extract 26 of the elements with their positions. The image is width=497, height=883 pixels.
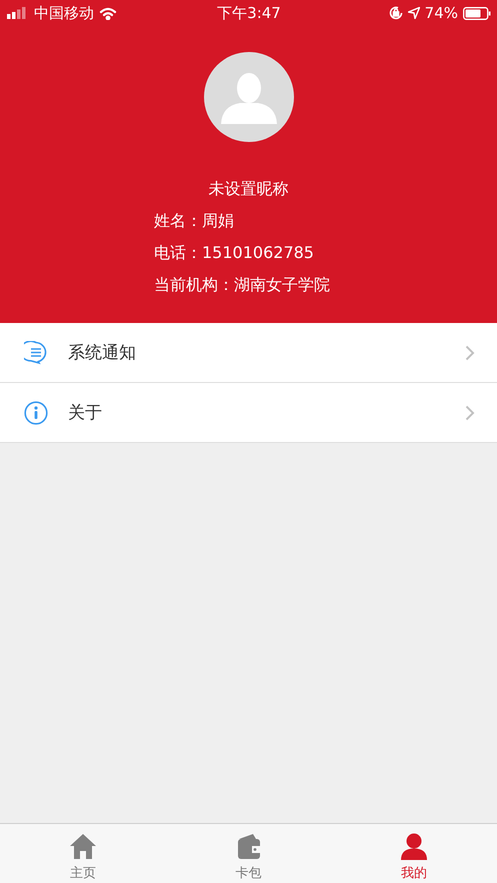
field-label: 当前机构：	[154, 275, 234, 295]
home-icon	[68, 833, 97, 861]
tab-item[interactable]: 主页	[0, 824, 166, 883]
field-value: 15101062785	[202, 243, 314, 263]
field-label: 电话：	[154, 243, 202, 263]
tab-item[interactable]: 我的	[331, 824, 497, 883]
message-icon	[24, 340, 48, 364]
rotation-lock-icon	[388, 6, 403, 20]
status-time: 下午3:47	[217, 4, 281, 22]
avatar-icon	[204, 52, 294, 142]
tab-item[interactable]: 卡包	[166, 824, 332, 883]
wifi-icon	[99, 6, 117, 20]
chevron-right-icon	[465, 344, 475, 360]
field-label: 姓名：	[154, 211, 202, 231]
field-value: 湖南女子学院	[234, 275, 330, 295]
carrier-name: 中国移动	[34, 4, 94, 22]
nickname: 未设置昵称	[208, 179, 290, 199]
field-value: 周娟	[202, 211, 234, 231]
info-icon	[24, 400, 48, 424]
person-icon	[400, 833, 428, 861]
location-arrow-icon	[408, 7, 420, 19]
chevron-right-icon	[465, 404, 475, 420]
battery-icon	[463, 6, 491, 20]
menu-label: 系统通知	[68, 342, 137, 364]
battery-percent: 74%	[424, 4, 458, 22]
menu-label: 关于	[68, 402, 103, 424]
